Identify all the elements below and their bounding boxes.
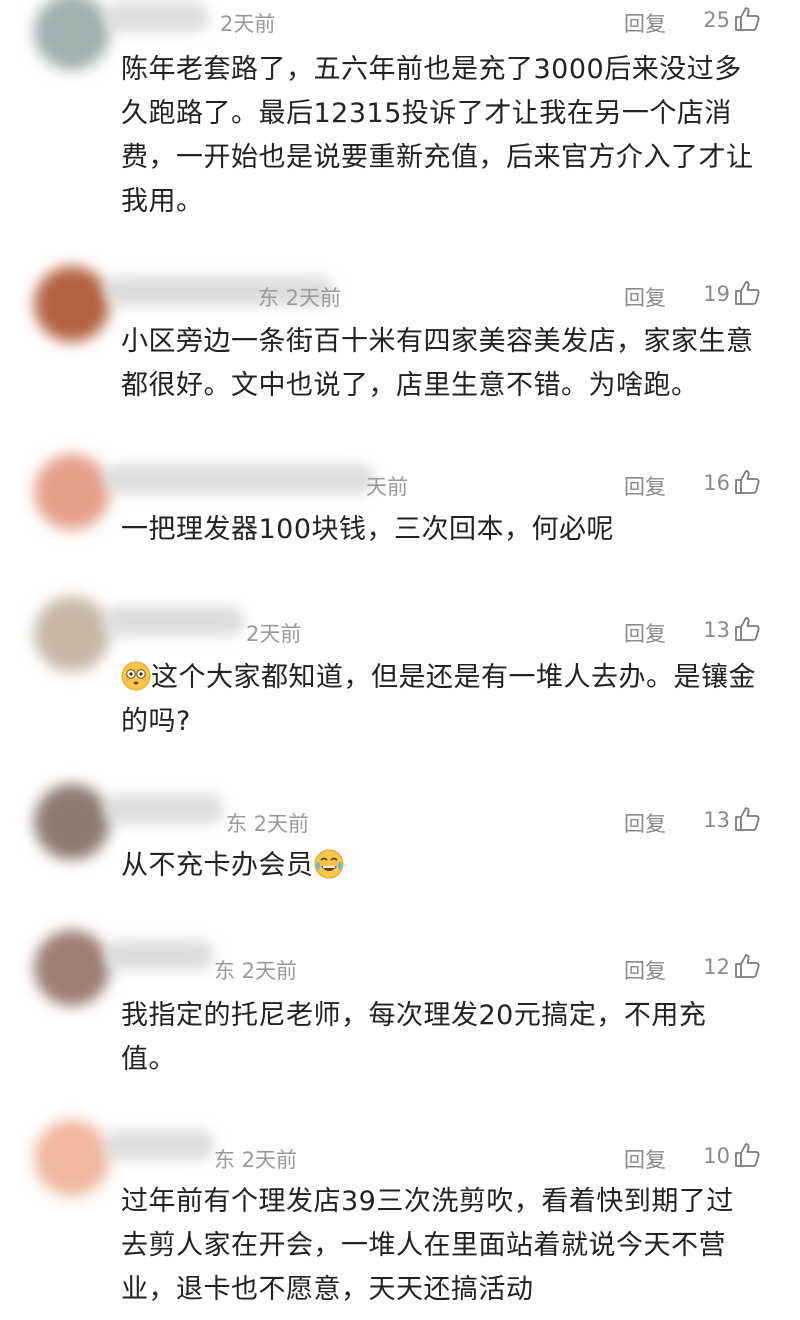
avatar[interactable] (34, 930, 110, 1006)
thumbs-up-icon[interactable] (734, 806, 760, 832)
tears-of-joy-emoji (314, 849, 343, 879)
comment-text: 一把理发器100块钱，三次回本，何必呢 (121, 514, 615, 545)
avatar[interactable] (34, 596, 110, 672)
flushed-face-emoji (121, 661, 151, 691)
avatar[interactable] (34, 1120, 110, 1196)
comment-text: 陈年老套路了，五六年前也是充了3000后来没过多久跑路了。最后12315投诉了才… (121, 54, 754, 217)
thumbs-up-icon[interactable] (734, 616, 760, 642)
comment-text: 小区旁边一条街百十米有四家美容美发店，家家生意都很好。文中也说了，店里生意不错。… (121, 326, 754, 401)
comment-item: 2天前 回复 25 陈年老套路了，五六年前也是充了3000后来没过多久跑路了。最… (0, 0, 800, 240)
comment-item: 东 2天前 回复 10 过年前有个理发店39三次洗剪吹，看着快到期了过去剪人家在… (0, 1110, 800, 1320)
reply-button[interactable]: 回复 (624, 808, 666, 838)
like-count: 12 (703, 955, 730, 979)
thumbs-up-icon[interactable] (734, 1142, 760, 1168)
comment-timestamp: 天前 (366, 475, 408, 499)
comment-text: 过年前有个理发店39三次洗剪吹，看着快到期了过去剪人家在开会，一堆人在里面站着就… (121, 1186, 734, 1305)
reply-button[interactable]: 回复 (624, 282, 666, 312)
comment-item: 东 2天前 回复 19 小区旁边一条街百十米有四家美容美发店，家家生意都很好。文… (0, 250, 800, 450)
reply-button[interactable]: 回复 (624, 618, 666, 648)
comment-item: 2天前 回复 13 这个大家都知道，但是还是有一堆人去办。是镶金的吗? (0, 590, 800, 780)
reply-button[interactable]: 回复 (624, 955, 666, 985)
comment-timestamp: 2天前 (246, 622, 302, 646)
username[interactable] (104, 1130, 214, 1160)
username[interactable] (104, 464, 374, 494)
like-count: 16 (703, 471, 730, 495)
comment-timestamp: 2天前 (220, 12, 276, 36)
avatar[interactable] (34, 784, 110, 860)
like-count: 25 (703, 8, 730, 32)
like-count: 13 (703, 808, 730, 832)
comment-timestamp: 东 2天前 (214, 1148, 298, 1172)
username[interactable] (104, 940, 214, 970)
like-count: 19 (703, 282, 730, 306)
reply-button[interactable]: 回复 (624, 1144, 666, 1174)
thumbs-up-icon[interactable] (734, 6, 760, 32)
username[interactable] (104, 606, 244, 636)
comment-timestamp: 东 2天前 (226, 812, 310, 836)
comment-item: 东 2天前 回复 13 从不充卡办会员 (0, 780, 800, 920)
reply-button[interactable]: 回复 (624, 8, 666, 38)
thumbs-up-icon[interactable] (734, 469, 760, 495)
comment-item: 天前 回复 16 一把理发器100块钱，三次回本，何必呢 (0, 450, 800, 590)
comment-text-content: 从不充卡办会员 (121, 850, 314, 881)
reply-button[interactable]: 回复 (624, 471, 666, 501)
like-count: 13 (703, 618, 730, 642)
comment-text: 我指定的托尼老师，每次理发20元搞定，不用充值。 (121, 1000, 707, 1075)
comment-text: 这个大家都知道，但是还是有一堆人去办。是镶金的吗? (121, 656, 761, 744)
avatar[interactable] (34, 454, 110, 530)
username[interactable] (104, 2, 209, 32)
thumbs-up-icon[interactable] (734, 280, 760, 306)
like-count: 10 (703, 1144, 730, 1168)
comment-text-content: 这个大家都知道，但是还是有一堆人去办。是镶金的吗? (121, 662, 756, 737)
comment-item: 东 2天前 回复 12 我指定的托尼老师，每次理发20元搞定，不用充值。 (0, 920, 800, 1110)
avatar[interactable] (34, 0, 110, 70)
thumbs-up-icon[interactable] (734, 953, 760, 979)
username[interactable] (104, 794, 224, 824)
avatar[interactable] (34, 266, 110, 342)
comment-timestamp: 东 2天前 (258, 286, 342, 310)
comment-timestamp: 东 2天前 (214, 959, 298, 983)
comment-text: 从不充卡办会员 (121, 844, 761, 888)
